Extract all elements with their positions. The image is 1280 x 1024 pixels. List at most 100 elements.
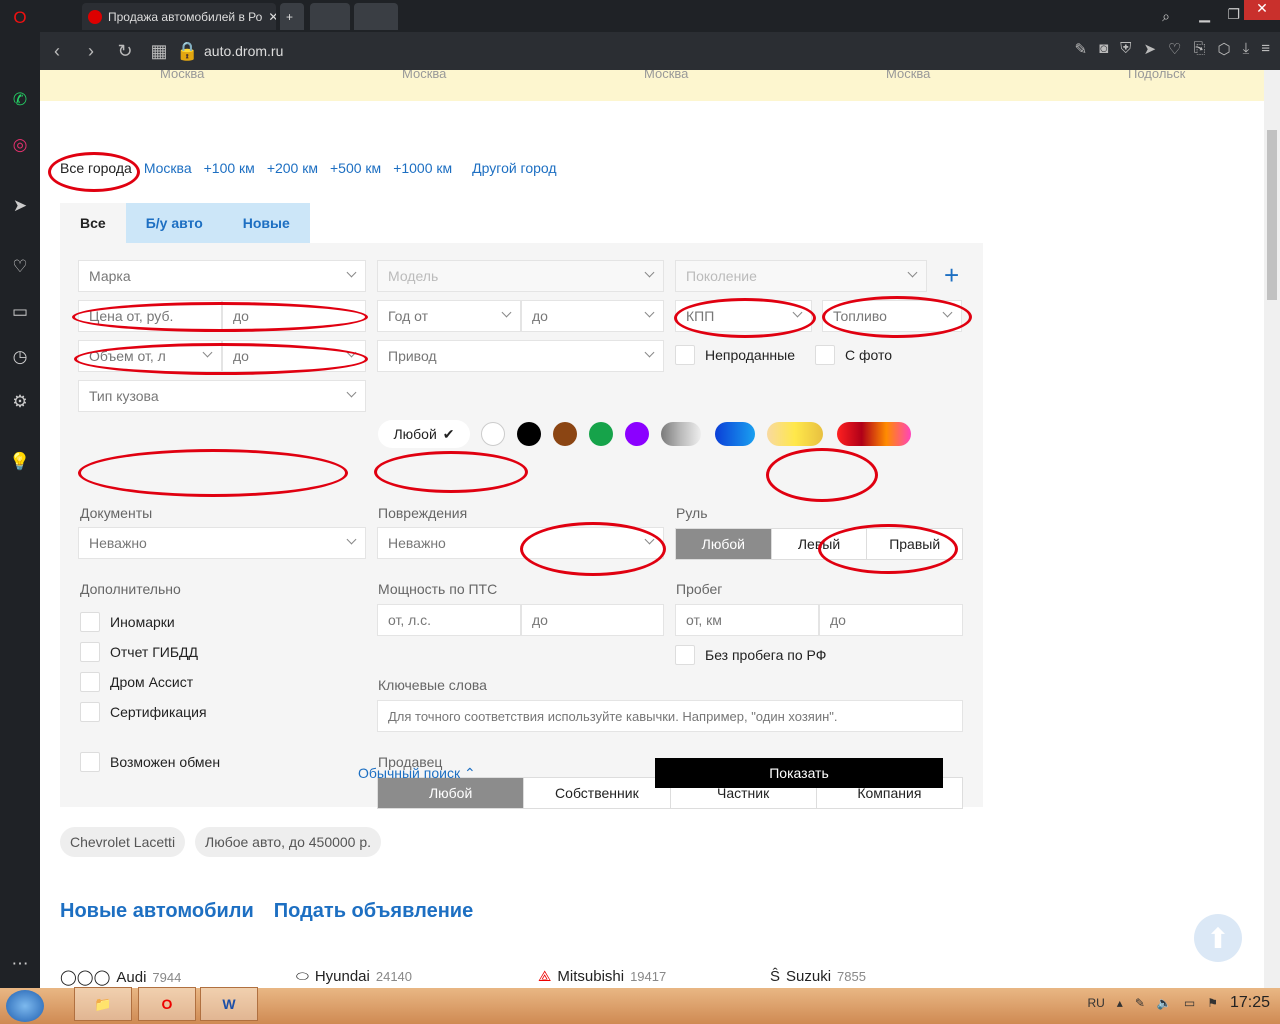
close-window-icon[interactable]: ✕ bbox=[1244, 0, 1280, 20]
back-icon[interactable]: ‹ bbox=[40, 41, 74, 62]
edit-icon[interactable]: ✎ bbox=[1075, 40, 1088, 58]
history-icon[interactable]: ◷ bbox=[8, 345, 32, 369]
mileage-from-input[interactable]: от, км bbox=[675, 604, 819, 636]
tab-used[interactable]: Б/у авто bbox=[125, 203, 223, 243]
instagram-icon[interactable]: ◎ bbox=[8, 133, 32, 157]
heart-icon[interactable]: ♡ bbox=[8, 255, 32, 279]
geo-option[interactable]: +1000 км bbox=[393, 160, 452, 176]
plain-search-link[interactable]: Обычный поиск ⌃ bbox=[358, 765, 476, 782]
post-ad-link[interactable]: Подать объявление bbox=[274, 900, 473, 923]
geo-option[interactable]: +500 км bbox=[330, 160, 381, 176]
other-city-link[interactable]: Другой город bbox=[472, 160, 556, 176]
brand-select[interactable]: Марка bbox=[78, 260, 366, 292]
heart-icon[interactable]: ♡ bbox=[1168, 40, 1181, 58]
forward-icon[interactable]: › bbox=[74, 41, 108, 62]
brand-link-suzuki[interactable]: Ŝ Suzuki 7855 bbox=[770, 968, 866, 985]
drom-assist-checkbox[interactable]: Дром Ассист bbox=[80, 672, 193, 692]
color-swatch-white[interactable] bbox=[481, 422, 505, 446]
unsold-checkbox[interactable]: Непроданные bbox=[675, 345, 795, 365]
url-field[interactable]: auto.drom.ru bbox=[204, 43, 283, 59]
bulb-icon[interactable]: 💡 bbox=[8, 450, 32, 474]
tab-new[interactable]: Новые bbox=[222, 203, 310, 243]
network-icon[interactable]: ▭ bbox=[1184, 996, 1195, 1010]
color-swatch-blue[interactable] bbox=[715, 422, 755, 446]
color-swatch-black[interactable] bbox=[517, 422, 541, 446]
any-color-option[interactable]: Любой ✔ bbox=[378, 420, 470, 448]
mileage-to-input[interactable]: до bbox=[819, 604, 963, 636]
checkbox-box[interactable] bbox=[80, 612, 100, 632]
close-tab-icon[interactable]: ✕ bbox=[268, 10, 276, 24]
brand-link-hyundai[interactable]: ⬭ Hyundai 24140 bbox=[296, 968, 412, 985]
geo-option[interactable]: +100 км bbox=[204, 160, 255, 176]
show-results-button[interactable]: Показать bbox=[655, 758, 943, 788]
seller-owner-button[interactable]: Собственник bbox=[524, 778, 671, 808]
body-type-select[interactable]: Тип кузова bbox=[78, 380, 366, 412]
color-swatch-yellow[interactable] bbox=[767, 422, 823, 446]
tabs-grid-icon[interactable]: ▦ bbox=[142, 41, 176, 62]
add-filter-icon[interactable]: + bbox=[944, 261, 959, 289]
pencil-icon[interactable]: ✎ bbox=[1135, 996, 1145, 1010]
cube-icon[interactable]: ⬡ bbox=[1217, 40, 1230, 58]
explorer-taskbar-icon[interactable]: 📁 bbox=[74, 987, 132, 1021]
power-from-input[interactable]: от, л.с. bbox=[377, 604, 521, 636]
page-scrollbar[interactable] bbox=[1264, 70, 1280, 988]
clock[interactable]: 17:25 bbox=[1230, 994, 1270, 1012]
power-to-input[interactable]: до bbox=[521, 604, 664, 636]
year-from-select[interactable]: Год от bbox=[377, 300, 521, 332]
start-button[interactable] bbox=[6, 990, 44, 1022]
color-swatch-brown[interactable] bbox=[553, 422, 577, 446]
translate-icon[interactable]: ⎘ bbox=[1193, 40, 1205, 58]
model-select[interactable]: Модель bbox=[377, 260, 664, 292]
checkbox-box[interactable] bbox=[675, 645, 695, 665]
certification-checkbox[interactable]: Сертификация bbox=[80, 702, 207, 722]
volume-icon[interactable]: 🔈 bbox=[1157, 996, 1172, 1010]
geo-option[interactable]: +200 км bbox=[267, 160, 318, 176]
opera-logo-icon[interactable]: O bbox=[8, 6, 32, 30]
language-indicator[interactable]: RU bbox=[1087, 996, 1104, 1010]
gibdd-report-checkbox[interactable]: Отчет ГИБДД bbox=[80, 642, 198, 662]
whatsapp-icon[interactable]: ✆ bbox=[8, 88, 32, 112]
download-icon[interactable]: ⤓ bbox=[1243, 40, 1250, 58]
year-to-select[interactable]: до bbox=[521, 300, 664, 332]
checkbox-box[interactable] bbox=[80, 752, 100, 772]
scroll-to-top-button[interactable]: ⬆ bbox=[1194, 914, 1242, 962]
shield-icon[interactable]: ⛨ bbox=[1120, 40, 1131, 58]
keywords-input[interactable]: Для точного соответствия используйте кав… bbox=[377, 700, 963, 732]
send-icon[interactable]: ➤ bbox=[1143, 40, 1156, 58]
word-taskbar-icon[interactable]: W bbox=[200, 987, 258, 1021]
no-rf-mileage-checkbox[interactable]: Без пробега по РФ bbox=[675, 645, 826, 665]
brand-link-audi[interactable]: ◯◯◯ Audi 7944 bbox=[60, 968, 181, 987]
devices-icon[interactable]: ▭ bbox=[8, 300, 32, 324]
tray-arrow-icon[interactable]: ▴ bbox=[1117, 996, 1123, 1010]
wheel-any-button[interactable]: Любой bbox=[676, 529, 772, 559]
active-tab[interactable]: Продажа автомобилей в Ро ✕ bbox=[82, 3, 276, 30]
brand-link-mitsubishi[interactable]: ⟁ Mitsubishi 19417 bbox=[538, 968, 666, 985]
tab-thumbnail[interactable] bbox=[310, 3, 350, 30]
checkbox-box[interactable] bbox=[815, 345, 835, 365]
reload-icon[interactable]: ↻ bbox=[108, 41, 142, 62]
opera-taskbar-icon[interactable]: O bbox=[138, 987, 196, 1021]
seller-any-button[interactable]: Любой bbox=[378, 778, 525, 808]
search-icon[interactable]: ⌕ bbox=[1162, 8, 1170, 25]
foreign-cars-checkbox[interactable]: Иномарки bbox=[80, 612, 175, 632]
generation-select[interactable]: Поколение bbox=[675, 260, 927, 292]
color-swatch-grey[interactable] bbox=[661, 422, 701, 446]
scrollbar-thumb[interactable] bbox=[1267, 130, 1277, 300]
flag-icon[interactable]: ⚑ bbox=[1207, 996, 1218, 1010]
minimize-icon[interactable]: ▁ bbox=[1199, 6, 1210, 23]
send-icon[interactable]: ➤ bbox=[8, 194, 32, 218]
tab-thumbnail[interactable] bbox=[354, 3, 398, 30]
color-swatch-red[interactable] bbox=[837, 422, 911, 446]
color-swatch-purple[interactable] bbox=[625, 422, 649, 446]
geo-option[interactable]: Москва bbox=[144, 160, 192, 176]
saved-search-chip[interactable]: Любое авто, до 450000 р. bbox=[195, 827, 382, 857]
new-cars-link[interactable]: Новые автомобили bbox=[60, 900, 254, 923]
saved-search-chip[interactable]: Chevrolet Lacetti bbox=[60, 827, 186, 857]
with-photo-checkbox[interactable]: С фото bbox=[815, 345, 892, 365]
exchange-checkbox[interactable]: Возможен обмен bbox=[80, 752, 220, 772]
gear-icon[interactable]: ⚙ bbox=[8, 390, 32, 414]
color-swatch-green[interactable] bbox=[589, 422, 613, 446]
drive-select[interactable]: Привод bbox=[377, 340, 664, 372]
maximize-icon[interactable]: ❐ bbox=[1227, 6, 1240, 23]
more-icon[interactable]: ⋯ bbox=[8, 952, 32, 976]
